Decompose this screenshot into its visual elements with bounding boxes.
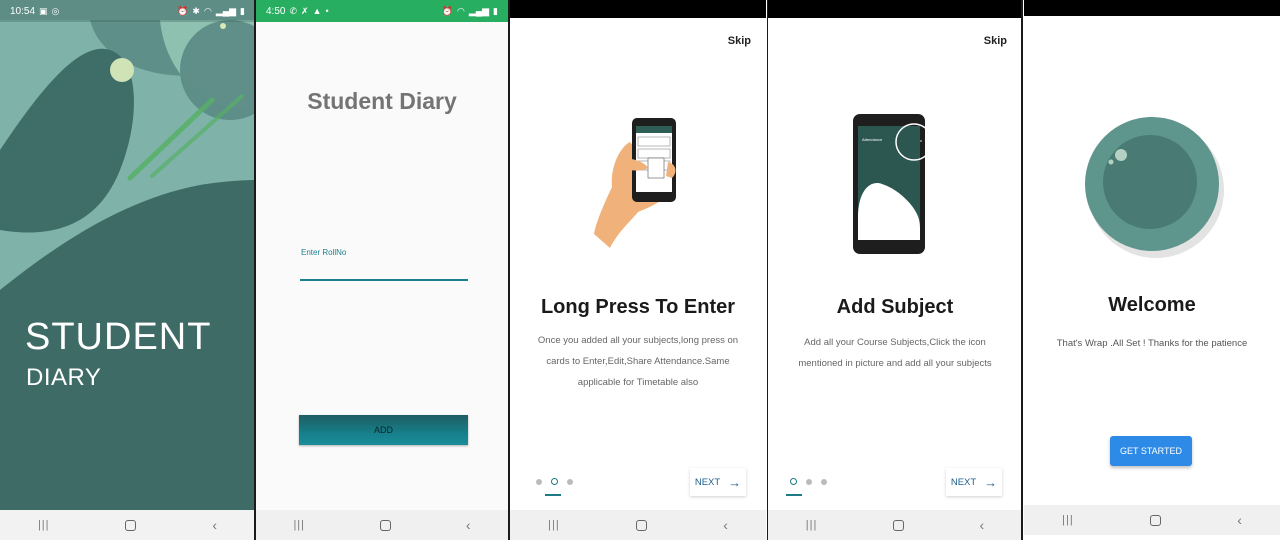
home-icon[interactable] xyxy=(1149,514,1161,526)
gallery-icon: ▣ xyxy=(39,5,48,16)
home-icon[interactable] xyxy=(379,519,391,531)
skip-button[interactable]: Skip xyxy=(728,35,751,47)
missed-call-icon: ✗ xyxy=(301,5,309,16)
phone-illustration: Attendance xyxy=(853,114,933,254)
status-bar: 10:54 ▣ ◎ ⏰ ✱ ◠ ▂▄▆ ▮ xyxy=(0,0,255,22)
onboarding-description: Once you added all your subjects,long pr… xyxy=(537,335,739,388)
recents-icon[interactable]: ||| xyxy=(38,519,50,531)
home-icon[interactable] xyxy=(892,519,904,531)
page-indicator xyxy=(790,478,827,485)
alarm-icon: ⏰ xyxy=(177,5,189,16)
page-dot-2[interactable] xyxy=(551,478,558,485)
add-button[interactable]: ADD xyxy=(299,415,468,445)
next-label: NEXT xyxy=(694,476,721,488)
back-icon[interactable]: ‹ xyxy=(723,517,728,533)
bell-icon: ▲ xyxy=(312,6,322,16)
phone-icon: ✆ xyxy=(289,5,298,16)
welcome-screen: Welcome That's Wrap .All Set ! Thanks fo… xyxy=(1024,0,1280,540)
onboarding-add-subject-screen: Skip Attendance Add Subject Add all your… xyxy=(768,0,1022,540)
recents-icon[interactable]: ||| xyxy=(806,519,818,531)
wifi-icon: ◠ xyxy=(203,5,212,16)
bluetooth-icon: ✱ xyxy=(192,5,200,16)
nav-bar: ||| ‹ xyxy=(510,510,766,540)
welcome-badge-illustration xyxy=(1085,117,1224,258)
nav-bar: ||| ‹ xyxy=(768,510,1022,540)
page-indicator xyxy=(536,478,573,485)
onboarding-title: Add Subject xyxy=(836,296,954,318)
home-icon[interactable] xyxy=(635,519,647,531)
top-bar xyxy=(1024,0,1280,16)
battery-icon: ▮ xyxy=(493,5,498,16)
back-icon[interactable]: ‹ xyxy=(980,517,985,533)
page-dot-2[interactable] xyxy=(806,478,812,485)
recents-icon[interactable]: ||| xyxy=(293,519,305,531)
splash-subtitle: DIARY xyxy=(26,364,102,391)
wifi-icon: ◠ xyxy=(456,5,465,16)
login-screen: 4:50 ✆ ✗ ▲ • ⏰ ◠ ▂▄▆ ▮ Student Diary Ent… xyxy=(256,0,508,540)
recents-icon[interactable]: ||| xyxy=(1062,514,1074,526)
rollno-underline xyxy=(300,279,468,281)
page-dot-3[interactable] xyxy=(821,478,827,485)
top-bar xyxy=(768,0,1022,18)
signal-icon: ▂▄▆ xyxy=(468,5,490,16)
back-icon[interactable]: ‹ xyxy=(212,517,217,533)
next-button[interactable]: NEXT → xyxy=(690,468,746,496)
nav-bar: ||| ‹ xyxy=(1024,505,1280,535)
onboarding-long-press-screen: Skip Long Press To Enter Once you added … xyxy=(510,0,766,540)
recents-icon[interactable]: ||| xyxy=(548,519,560,531)
splash-title: STUDENT xyxy=(25,316,212,358)
alarm-icon: ⏰ xyxy=(441,5,453,16)
get-started-button[interactable]: GET STARTED xyxy=(1110,436,1192,466)
splash-screen: 10:54 ▣ ◎ ⏰ ✱ ◠ ▂▄▆ ▮ STUDENT DIARY ||| … xyxy=(0,0,255,540)
battery-icon: ▮ xyxy=(240,5,245,16)
status-bar: 4:50 ✆ ✗ ▲ • ⏰ ◠ ▂▄▆ ▮ xyxy=(256,0,508,22)
onboarding-description: Add all your Course Subjects,Click the i… xyxy=(798,337,992,369)
signal-icon: ▂▄▆ xyxy=(215,5,237,16)
arrow-right-icon: → xyxy=(728,474,742,490)
notification-icon: ◎ xyxy=(51,5,60,16)
app-title: Student Diary xyxy=(307,88,457,114)
welcome-title: Welcome xyxy=(1108,294,1196,316)
welcome-description: That's Wrap .All Set ! Thanks for the pa… xyxy=(1056,338,1248,349)
skip-button[interactable]: Skip xyxy=(984,35,1007,47)
page-indicator-underline xyxy=(786,494,802,496)
page-dot-1[interactable] xyxy=(536,478,542,485)
top-bar xyxy=(510,0,766,18)
phone-screen-label: Attendance xyxy=(862,137,883,142)
onboarding-title: Long Press To Enter xyxy=(540,296,736,318)
page-dot-3[interactable] xyxy=(567,478,573,485)
hand-phone-illustration xyxy=(594,118,676,248)
splash-background-art xyxy=(0,0,255,540)
arrow-right-icon: → xyxy=(984,474,998,490)
dot-icon: • xyxy=(325,6,329,16)
rollno-label: Enter RollNo xyxy=(301,248,347,257)
next-button[interactable]: NEXT → xyxy=(946,468,1002,496)
status-time: 10:54 xyxy=(10,5,36,17)
rollno-input[interactable] xyxy=(300,258,468,278)
home-icon[interactable] xyxy=(125,519,137,531)
back-icon[interactable]: ‹ xyxy=(1237,512,1242,528)
next-label: NEXT xyxy=(950,476,977,488)
page-dot-1[interactable] xyxy=(790,478,797,485)
nav-bar: ||| ‹ xyxy=(256,510,508,540)
page-indicator-underline xyxy=(545,494,561,496)
back-icon[interactable]: ‹ xyxy=(466,517,471,533)
status-time: 4:50 xyxy=(266,5,286,17)
panel-divider xyxy=(1021,0,1023,540)
nav-bar: ||| ‹ xyxy=(0,510,255,540)
